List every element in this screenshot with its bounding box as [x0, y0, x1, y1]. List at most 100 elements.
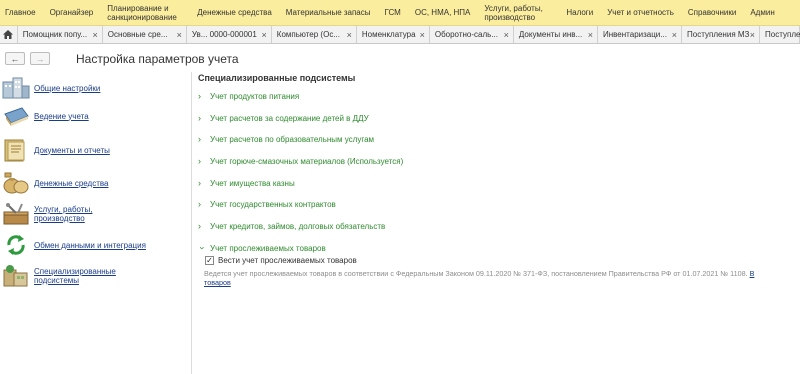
group-education[interactable]: › Учет расчетов по образовательным услуга… — [198, 134, 374, 144]
tab-label: Поступления МЗ — [687, 30, 750, 39]
group-label: Учет горюче-смазочных материалов (Исполь… — [210, 156, 404, 166]
sidebar-item-documents[interactable]: Документы и отчеты — [0, 138, 190, 162]
chevron-right-icon: › — [198, 91, 201, 101]
close-icon[interactable]: × — [93, 30, 98, 40]
tab-label: Документы инв... — [518, 30, 583, 39]
sidebar-item-cash[interactable]: Денежные средства — [0, 171, 190, 195]
tab-7[interactable]: Инвентаризаци... × — [597, 26, 683, 43]
close-icon[interactable]: × — [750, 30, 755, 40]
tab-label: Ув... 0000-000001 — [191, 30, 257, 39]
group-label: Учет расчетов по образовательным услугам — [210, 134, 375, 144]
top-menu: Главное Органайзер Планирование и санкци… — [0, 0, 800, 26]
tab-0[interactable]: Помощник попу... × — [17, 26, 103, 43]
close-icon[interactable]: × — [262, 30, 267, 40]
menu-item-services[interactable]: Услуги, работы, производство — [477, 4, 559, 22]
description-link-start[interactable]: В — [750, 269, 755, 278]
page-title: Настройка параметров учета — [76, 52, 239, 66]
menu-item-main[interactable]: Главное — [0, 8, 43, 17]
menu-item-materials[interactable]: Материальные запасы — [279, 8, 378, 17]
tracked-goods-description: Ведется учет прослеживаемых товаров в со… — [204, 269, 800, 278]
chevron-right-icon: › — [198, 156, 201, 166]
group-label: Учет расчетов за содержание детей в ДДУ — [210, 113, 369, 123]
chevron-down-icon: › — [197, 246, 208, 250]
back-arrow-icon: ← — [10, 53, 20, 64]
tab-label: Инвентаризаци... — [602, 30, 667, 39]
tab-2[interactable]: Ув... 0000-000001 × — [186, 26, 272, 43]
buildings-icon — [2, 77, 30, 99]
sidebar-item-services[interactable]: Услуги, работы, производство — [0, 202, 190, 226]
tab-5[interactable]: Оборотно-саль... × — [429, 26, 514, 43]
description-text: Ведется учет прослеживаемых товаров в со… — [204, 269, 750, 278]
menu-item-taxes[interactable]: Налоги — [559, 8, 600, 17]
tab-label: Оборотно-саль... — [434, 30, 498, 39]
menu-item-services-label: Услуги, работы, производство — [484, 3, 543, 22]
close-icon[interactable]: × — [504, 30, 509, 40]
tab-label: Основные сре... — [107, 30, 168, 39]
home-icon — [3, 30, 14, 39]
sidebar-item-subsystems[interactable]: Специализированные подсистемы — [0, 264, 190, 288]
menu-item-references[interactable]: Справочники — [681, 8, 743, 17]
tab-label: Помощник попу... — [22, 30, 88, 39]
sync-arrows-icon — [7, 235, 25, 255]
group-label: Учет государственных контрактов — [210, 199, 336, 209]
menu-item-planning[interactable]: Планирование и санкционирование — [100, 4, 190, 22]
menu-item-accounting[interactable]: Учет и отчетность — [600, 8, 681, 17]
group-fuel[interactable]: › Учет горюче-смазочных материалов (Испол… — [198, 156, 403, 166]
tracked-goods-checkbox[interactable]: ✓ — [205, 256, 214, 265]
back-button[interactable]: ← — [5, 52, 25, 65]
tab-8[interactable]: Поступления МЗ × — [682, 26, 761, 43]
menu-item-organizer[interactable]: Органайзер — [43, 8, 101, 17]
menu-item-fuel[interactable]: ГСМ — [378, 8, 408, 17]
group-label: Учет прослеживаемых товаров — [210, 243, 326, 253]
forward-button[interactable]: → — [30, 52, 50, 65]
sidebar-item-label: Денежные средства — [34, 178, 109, 188]
tracked-goods-checkbox-row[interactable]: ✓ Вести учет прослеживаемых товаров — [205, 256, 357, 265]
group-treasury[interactable]: › Учет имущества казны — [198, 178, 295, 188]
tab-1[interactable]: Основные сре... × — [102, 26, 187, 43]
tab-4[interactable]: Номенклатура × — [356, 26, 430, 43]
tab-label: Номенклатура — [361, 30, 416, 39]
close-icon[interactable]: × — [177, 30, 182, 40]
sidebar-item-label: Специализированные подсистемы — [34, 267, 116, 285]
close-icon[interactable]: × — [672, 30, 677, 40]
subsystems-icon — [3, 265, 28, 287]
group-kindergarten[interactable]: › Учет расчетов за содержание детей в ДДУ — [198, 113, 369, 123]
group-label: Учет продуктов питания — [210, 91, 300, 101]
menu-item-fixed-assets[interactable]: ОС, НМА, НПА — [408, 8, 478, 17]
sidebar-item-label: Обмен данными и интеграция — [34, 240, 146, 250]
close-icon[interactable]: × — [420, 30, 425, 40]
tab-bar: Помощник попу... × Основные сре... × Ув...… — [0, 26, 800, 44]
tracked-goods-checkbox-label: Вести учет прослеживаемых товаров — [218, 256, 357, 265]
sidebar-item-general[interactable]: Общие настройки — [0, 76, 190, 100]
group-contracts[interactable]: › Учет государственных контрактов — [198, 199, 336, 209]
tab-3[interactable]: Компьютер (Ос... × — [271, 26, 357, 43]
sidebar-item-accounting[interactable]: Ведение учета — [0, 104, 190, 128]
sidebar-item-label: Ведение учета — [34, 111, 89, 121]
sidebar-item-label: Общие настройки — [34, 83, 101, 93]
toolbox-icon — [3, 203, 29, 225]
folder-icon — [4, 139, 25, 162]
chevron-right-icon: › — [198, 178, 201, 188]
tab-label: Поступле — [765, 30, 800, 39]
group-food[interactable]: › Учет продуктов питания — [198, 91, 299, 101]
description-link[interactable]: товаров — [204, 278, 231, 287]
menu-item-planning-label: Планирование и санкционирование — [107, 3, 177, 22]
menu-item-cash[interactable]: Денежные средства — [190, 8, 279, 17]
ledger-icon — [4, 107, 29, 126]
forward-arrow-icon: → — [35, 53, 45, 64]
section-title: Специализированные подсистемы — [198, 73, 356, 83]
chevron-right-icon: › — [198, 134, 201, 144]
close-icon[interactable]: × — [347, 30, 352, 40]
group-label: Учет имущества казны — [210, 178, 295, 188]
home-button[interactable] — [0, 26, 18, 43]
group-tracked-goods[interactable]: › Учет прослеживаемых товаров — [198, 243, 326, 253]
chevron-right-icon: › — [198, 221, 201, 231]
menu-item-admin[interactable]: Админ — [743, 8, 781, 17]
sidebar: Общие настройки Ведение учета Документы … — [0, 72, 192, 374]
sidebar-item-exchange[interactable]: Обмен данными и интеграция — [0, 233, 190, 257]
close-icon[interactable]: × — [588, 30, 593, 40]
tab-6[interactable]: Документы инв... × — [513, 26, 598, 43]
group-label: Учет кредитов, займов, долговых обязател… — [210, 221, 386, 231]
group-credits[interactable]: › Учет кредитов, займов, долговых обязате… — [198, 221, 385, 231]
tab-9[interactable]: Поступле — [760, 26, 800, 43]
